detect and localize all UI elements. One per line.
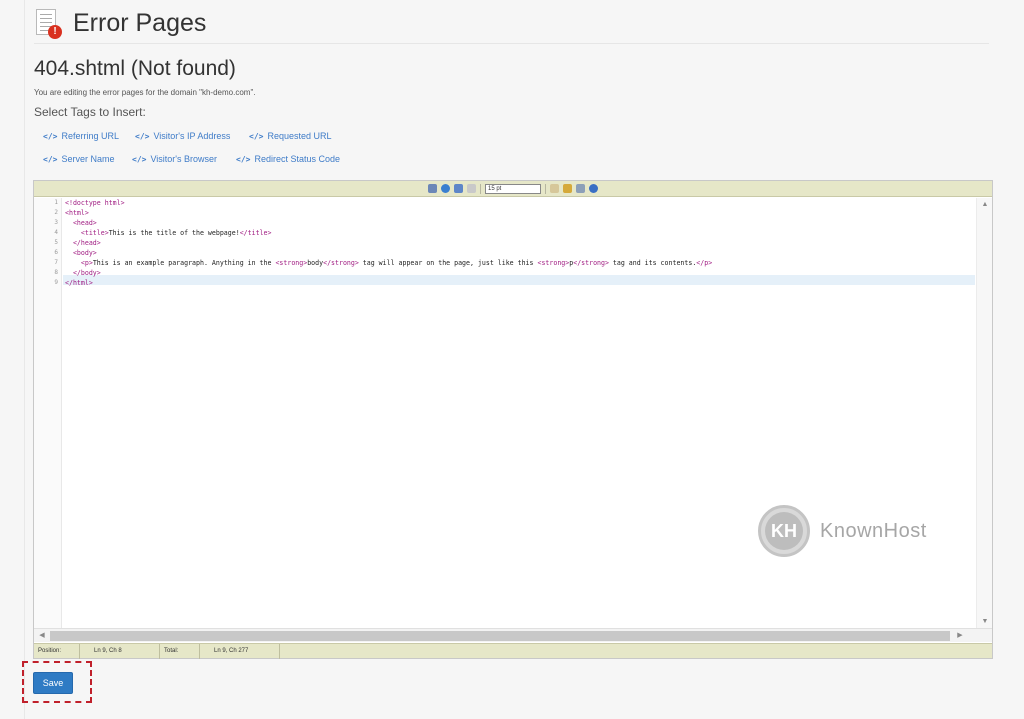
- code-line: <title>This is the title of the webpage!…: [80, 229, 272, 237]
- code-editor[interactable]: 15 pt 1 2 3 4 5 6 7 8 9 <!doctype html> …: [33, 180, 993, 659]
- toolbar-separator: [545, 183, 546, 194]
- reset-icon[interactable]: [576, 184, 585, 193]
- tag-referring-url[interactable]: </> Referring URL: [43, 131, 119, 141]
- undo-icon[interactable]: [454, 184, 463, 193]
- tag-label: Requested URL: [267, 131, 332, 141]
- total-label: Total:: [160, 643, 200, 659]
- code-line: </html>: [65, 279, 93, 287]
- code-icon: </>: [236, 154, 251, 164]
- left-divider: [24, 0, 25, 719]
- scroll-right-icon[interactable]: ▶: [952, 631, 968, 639]
- horizontal-scroll-thumb[interactable]: [50, 631, 950, 641]
- watermark-text: KnownHost: [820, 519, 927, 542]
- page: ! Error Pages 404.shtml (Not found) You …: [0, 0, 1024, 719]
- tag-label: Visitor's IP Address: [153, 131, 231, 141]
- tag-requested-url[interactable]: </> Requested URL: [249, 131, 332, 141]
- code-line: </head>: [72, 239, 101, 247]
- tags-label: Select Tags to Insert:: [34, 105, 146, 119]
- knownhost-logo-icon: KH: [758, 505, 810, 557]
- editor-status-bar: Position: Ln 9, Ch 8 Total: Ln 9, Ch 277: [34, 643, 992, 659]
- editor-toolbar: 15 pt: [34, 181, 992, 197]
- error-document-icon: !: [34, 7, 64, 41]
- tag-visitor-browser[interactable]: </> Visitor's Browser: [132, 154, 217, 164]
- code-line: <head>: [72, 219, 97, 227]
- code-icon: </>: [43, 131, 58, 141]
- page-title: Error Pages: [73, 9, 207, 37]
- line-number: 9: [54, 279, 58, 286]
- line-number: 8: [54, 269, 58, 276]
- tag-label: Redirect Status Code: [254, 154, 340, 164]
- go-to-line-icon[interactable]: [441, 184, 450, 193]
- code-icon: </>: [43, 154, 58, 164]
- line-number-gutter: 1 2 3 4 5 6 7 8 9: [34, 198, 62, 628]
- total-value: Ln 9, Ch 277: [200, 643, 280, 659]
- line-number: 6: [54, 249, 58, 256]
- code-line: <body>: [72, 249, 97, 257]
- line-number: 5: [54, 239, 58, 246]
- code-icon: </>: [135, 131, 150, 141]
- code-line: <p>This is an example paragraph. Anythin…: [80, 259, 713, 267]
- code-line: <!doctype html>: [65, 199, 125, 207]
- code-text-area[interactable]: <!doctype html> <html> <head> <title>Thi…: [63, 198, 975, 628]
- error-page-subtitle: 404.shtml (Not found): [34, 57, 236, 80]
- tag-label: Visitor's Browser: [150, 154, 218, 164]
- code-line: <html>: [65, 209, 89, 217]
- syntax-toggle-icon[interactable]: [563, 184, 572, 193]
- code-icon: </>: [249, 131, 264, 141]
- scroll-down-icon[interactable]: ▼: [977, 618, 993, 625]
- line-number: 4: [54, 229, 58, 236]
- page-header: ! Error Pages: [34, 4, 989, 44]
- line-number: 7: [54, 259, 58, 266]
- highlight-icon[interactable]: [550, 184, 559, 193]
- active-line-highlight: [63, 275, 975, 285]
- tag-redirect-status-code[interactable]: </> Redirect Status Code: [236, 154, 340, 164]
- scroll-left-icon[interactable]: ◀: [34, 631, 50, 639]
- redo-icon[interactable]: [467, 184, 476, 193]
- code-icon: </>: [132, 154, 147, 164]
- search-icon[interactable]: [428, 184, 437, 193]
- tag-label: Server Name: [61, 154, 115, 164]
- knownhost-watermark: KH KnownHost: [758, 505, 927, 557]
- line-number: 2: [54, 209, 58, 216]
- logo-letters: KH: [765, 512, 803, 550]
- toolbar-separator: [480, 183, 481, 194]
- vertical-scrollbar[interactable]: ▲ ▼: [976, 198, 992, 628]
- editing-note: You are editing the error pages for the …: [34, 88, 256, 97]
- help-icon[interactable]: [589, 184, 598, 193]
- line-number: 1: [54, 199, 58, 206]
- tag-server-name[interactable]: </> Server Name: [43, 154, 114, 164]
- font-size-select[interactable]: 15 pt: [485, 183, 541, 194]
- line-number: 3: [54, 219, 58, 226]
- position-value: Ln 9, Ch 8: [80, 643, 160, 659]
- horizontal-scrollbar[interactable]: ◀ ▶: [34, 628, 992, 642]
- position-label: Position:: [34, 643, 80, 659]
- tag-label: Referring URL: [61, 131, 119, 141]
- save-button[interactable]: Save: [33, 672, 73, 694]
- code-line: </body>: [72, 269, 101, 277]
- tag-visitor-ip-address[interactable]: </> Visitor's IP Address: [135, 131, 230, 141]
- scroll-up-icon[interactable]: ▲: [977, 201, 993, 208]
